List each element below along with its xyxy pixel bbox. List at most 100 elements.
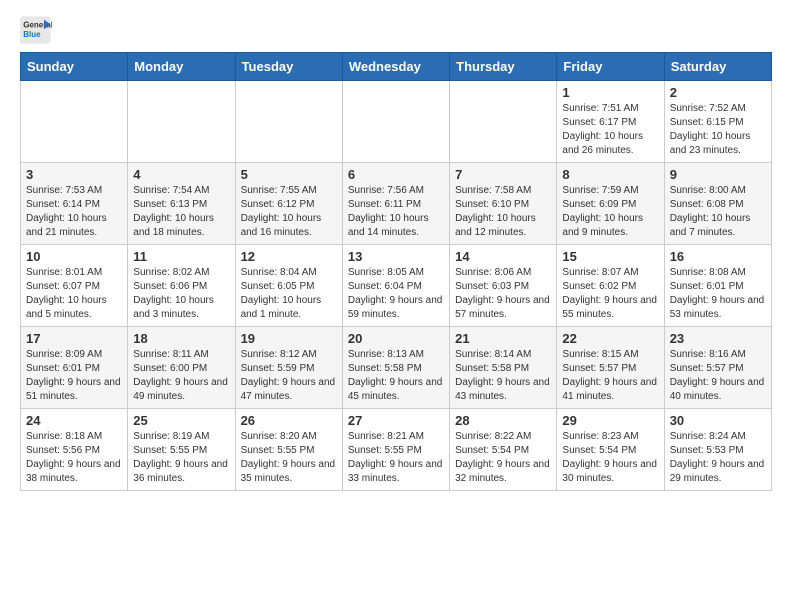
calendar-cell: 5 Sunrise: 7:55 AM Sunset: 6:12 PM Daylig… xyxy=(235,163,342,245)
calendar-cell: 29Sunrise: 8:23 AM Sunset: 5:54 PM Dayli… xyxy=(557,409,664,491)
day-number: 28 xyxy=(455,413,551,428)
calendar-cell xyxy=(128,81,235,163)
calendar-cell: 24Sunrise: 8:18 AM Sunset: 5:56 PM Dayli… xyxy=(21,409,128,491)
day-number: 1 xyxy=(562,85,658,100)
svg-text:Blue: Blue xyxy=(23,30,41,39)
calendar-cell: 28 Sunrise: 8:22 AM Sunset: 5:54 PM Dayli… xyxy=(450,409,557,491)
day-number: 20 xyxy=(348,331,444,346)
calendar-cell: 6 Sunrise: 7:56 AM Sunset: 6:11 PM Daylig… xyxy=(342,163,449,245)
calendar-cell: 8 Sunrise: 7:59 AM Sunset: 6:09 PM Daylig… xyxy=(557,163,664,245)
day-info: Sunrise: 8:11 AM Sunset: 6:00 PM Dayligh… xyxy=(133,348,229,404)
calendar-cell: 9 Sunrise: 8:00 AM Sunset: 6:08 PM Daylig… xyxy=(664,163,771,245)
day-info: Sunrise: 8:15 AM Sunset: 5:57 PM Dayligh… xyxy=(562,348,658,404)
calendar-cell: 12 Sunrise: 8:04 AM Sunset: 6:05 PM Dayli… xyxy=(235,245,342,327)
logo: General Blue xyxy=(20,16,54,44)
day-number: 30 xyxy=(670,413,766,428)
day-info: Sunrise: 8:16 AM Sunset: 5:57 PM Dayligh… xyxy=(670,348,766,404)
weekday-header: Friday xyxy=(557,53,664,81)
day-info: Sunrise: 8:05 AM Sunset: 6:04 PM Dayligh… xyxy=(348,266,444,322)
calendar-cell: 15 Sunrise: 8:07 AM Sunset: 6:02 PM Dayli… xyxy=(557,245,664,327)
calendar-cell: 2 Sunrise: 7:52 AM Sunset: 6:15 PM Daylig… xyxy=(664,81,771,163)
day-info: Sunrise: 7:54 AM Sunset: 6:13 PM Dayligh… xyxy=(133,184,229,240)
calendar-cell: 27 Sunrise: 8:21 AM Sunset: 5:55 PM Dayli… xyxy=(342,409,449,491)
calendar-cell: 22 Sunrise: 8:15 AM Sunset: 5:57 PM Dayli… xyxy=(557,327,664,409)
weekday-header: Wednesday xyxy=(342,53,449,81)
calendar-cell: 18 Sunrise: 8:11 AM Sunset: 6:00 PM Dayli… xyxy=(128,327,235,409)
calendar-cell: 7Sunrise: 7:58 AM Sunset: 6:10 PM Daylig… xyxy=(450,163,557,245)
day-info: Sunrise: 8:09 AM Sunset: 6:01 PM Dayligh… xyxy=(26,348,122,404)
weekday-header: Monday xyxy=(128,53,235,81)
day-info: Sunrise: 7:53 AM Sunset: 6:14 PM Dayligh… xyxy=(26,184,122,240)
day-info: Sunrise: 8:06 AM Sunset: 6:03 PM Dayligh… xyxy=(455,266,551,322)
day-number: 15 xyxy=(562,249,658,264)
calendar-cell: 17 Sunrise: 8:09 AM Sunset: 6:01 PM Dayli… xyxy=(21,327,128,409)
calendar-week-row: 24Sunrise: 8:18 AM Sunset: 5:56 PM Dayli… xyxy=(21,409,772,491)
day-info: Sunrise: 7:58 AM Sunset: 6:10 PM Dayligh… xyxy=(455,184,551,240)
day-info: Sunrise: 8:20 AM Sunset: 5:55 PM Dayligh… xyxy=(241,430,337,486)
calendar-cell xyxy=(342,81,449,163)
day-number: 3 xyxy=(26,167,122,182)
day-info: Sunrise: 7:59 AM Sunset: 6:09 PM Dayligh… xyxy=(562,184,658,240)
day-info: Sunrise: 8:14 AM Sunset: 5:58 PM Dayligh… xyxy=(455,348,551,404)
calendar-header-row: SundayMondayTuesdayWednesdayThursdayFrid… xyxy=(21,53,772,81)
day-info: Sunrise: 8:00 AM Sunset: 6:08 PM Dayligh… xyxy=(670,184,766,240)
calendar-week-row: 3 Sunrise: 7:53 AM Sunset: 6:14 PM Daylig… xyxy=(21,163,772,245)
day-number: 10 xyxy=(26,249,122,264)
day-info: Sunrise: 8:07 AM Sunset: 6:02 PM Dayligh… xyxy=(562,266,658,322)
weekday-header: Tuesday xyxy=(235,53,342,81)
day-info: Sunrise: 8:21 AM Sunset: 5:55 PM Dayligh… xyxy=(348,430,444,486)
calendar-cell xyxy=(450,81,557,163)
day-number: 12 xyxy=(241,249,337,264)
day-number: 19 xyxy=(241,331,337,346)
day-info: Sunrise: 8:01 AM Sunset: 6:07 PM Dayligh… xyxy=(26,266,122,322)
day-number: 4 xyxy=(133,167,229,182)
day-number: 26 xyxy=(241,413,337,428)
day-number: 9 xyxy=(670,167,766,182)
day-number: 13 xyxy=(348,249,444,264)
calendar-week-row: 1 Sunrise: 7:51 AM Sunset: 6:17 PM Daylig… xyxy=(21,81,772,163)
weekday-header: Thursday xyxy=(450,53,557,81)
day-number: 25 xyxy=(133,413,229,428)
calendar-cell: 26 Sunrise: 8:20 AM Sunset: 5:55 PM Dayli… xyxy=(235,409,342,491)
day-number: 18 xyxy=(133,331,229,346)
day-info: Sunrise: 8:24 AM Sunset: 5:53 PM Dayligh… xyxy=(670,430,766,486)
calendar-cell: 1 Sunrise: 7:51 AM Sunset: 6:17 PM Daylig… xyxy=(557,81,664,163)
day-info: Sunrise: 8:19 AM Sunset: 5:55 PM Dayligh… xyxy=(133,430,229,486)
day-info: Sunrise: 7:55 AM Sunset: 6:12 PM Dayligh… xyxy=(241,184,337,240)
day-number: 24 xyxy=(26,413,122,428)
day-info: Sunrise: 7:51 AM Sunset: 6:17 PM Dayligh… xyxy=(562,102,658,158)
calendar-cell: 10 Sunrise: 8:01 AM Sunset: 6:07 PM Dayli… xyxy=(21,245,128,327)
day-info: Sunrise: 8:22 AM Sunset: 5:54 PM Dayligh… xyxy=(455,430,551,486)
day-info: Sunrise: 8:12 AM Sunset: 5:59 PM Dayligh… xyxy=(241,348,337,404)
calendar-cell: 13 Sunrise: 8:05 AM Sunset: 6:04 PM Dayli… xyxy=(342,245,449,327)
day-number: 5 xyxy=(241,167,337,182)
day-number: 29 xyxy=(562,413,658,428)
day-number: 8 xyxy=(562,167,658,182)
day-info: Sunrise: 8:13 AM Sunset: 5:58 PM Dayligh… xyxy=(348,348,444,404)
calendar-cell: 16 Sunrise: 8:08 AM Sunset: 6:01 PM Dayli… xyxy=(664,245,771,327)
day-number: 17 xyxy=(26,331,122,346)
day-number: 27 xyxy=(348,413,444,428)
calendar-cell: 20 Sunrise: 8:13 AM Sunset: 5:58 PM Dayli… xyxy=(342,327,449,409)
day-number: 11 xyxy=(133,249,229,264)
day-number: 14 xyxy=(455,249,551,264)
day-number: 6 xyxy=(348,167,444,182)
calendar-cell: 11 Sunrise: 8:02 AM Sunset: 6:06 PM Dayli… xyxy=(128,245,235,327)
day-info: Sunrise: 7:56 AM Sunset: 6:11 PM Dayligh… xyxy=(348,184,444,240)
day-info: Sunrise: 8:04 AM Sunset: 6:05 PM Dayligh… xyxy=(241,266,337,322)
calendar-cell: 21Sunrise: 8:14 AM Sunset: 5:58 PM Dayli… xyxy=(450,327,557,409)
day-info: Sunrise: 8:08 AM Sunset: 6:01 PM Dayligh… xyxy=(670,266,766,322)
calendar-week-row: 10 Sunrise: 8:01 AM Sunset: 6:07 PM Dayli… xyxy=(21,245,772,327)
day-info: Sunrise: 7:52 AM Sunset: 6:15 PM Dayligh… xyxy=(670,102,766,158)
day-number: 16 xyxy=(670,249,766,264)
weekday-header: Sunday xyxy=(21,53,128,81)
calendar-cell: 3 Sunrise: 7:53 AM Sunset: 6:14 PM Daylig… xyxy=(21,163,128,245)
calendar-cell: 14 Sunrise: 8:06 AM Sunset: 6:03 PM Dayli… xyxy=(450,245,557,327)
calendar-cell: 23Sunrise: 8:16 AM Sunset: 5:57 PM Dayli… xyxy=(664,327,771,409)
day-number: 2 xyxy=(670,85,766,100)
calendar-cell: 25 Sunrise: 8:19 AM Sunset: 5:55 PM Dayli… xyxy=(128,409,235,491)
calendar-cell xyxy=(21,81,128,163)
day-info: Sunrise: 8:02 AM Sunset: 6:06 PM Dayligh… xyxy=(133,266,229,322)
day-number: 22 xyxy=(562,331,658,346)
calendar-week-row: 17 Sunrise: 8:09 AM Sunset: 6:01 PM Dayli… xyxy=(21,327,772,409)
